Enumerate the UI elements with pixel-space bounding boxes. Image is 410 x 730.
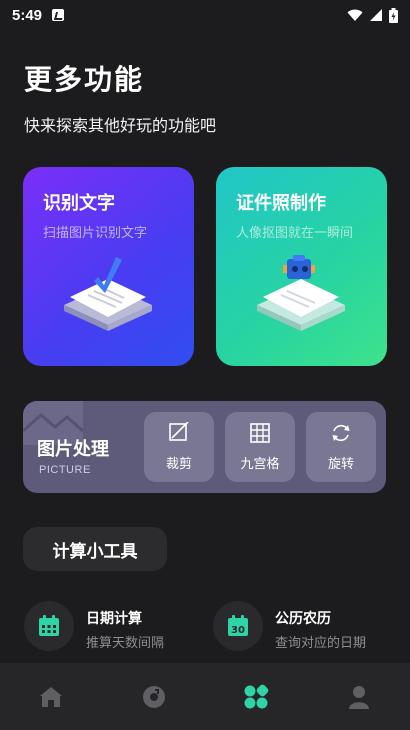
apps-grid-icon (244, 684, 269, 708)
wifi-icon (347, 9, 363, 21)
calc-tools-tab[interactable]: 计算小工具 (23, 527, 167, 571)
date-calculator-item[interactable]: 日期计算 推算天数间隔 (24, 601, 199, 657)
photo-panel-subtitle: PICTURE (39, 464, 91, 476)
crop-icon (169, 422, 189, 441)
rotate-label: 旋转 (327, 457, 354, 472)
lunar-calendar-title: 公历农历 (275, 611, 331, 627)
status-icons (347, 7, 398, 23)
photo-processing-panel: 图片处理 PICTURE 裁剪 九宫格 旋转 (23, 401, 386, 493)
calendar-30-icon: 30 (228, 615, 248, 636)
home-icon (40, 686, 63, 707)
lunar-calendar-icon-circle: 30 (213, 601, 263, 651)
calendar-30-icon-text: 30 (231, 625, 245, 636)
tab-music[interactable] (103, 663, 206, 730)
nine-grid-label: 九宫格 (240, 457, 280, 472)
status-bar: 5:49 (0, 0, 410, 30)
ocr-card-title: 识别文字 (43, 193, 115, 214)
tab-apps[interactable] (205, 663, 308, 730)
crop-button[interactable]: 裁剪 (144, 412, 214, 482)
id-photo-illustration (257, 255, 345, 331)
photo-panel-title: 图片处理 (37, 439, 109, 460)
date-calculator-title: 日期计算 (86, 611, 142, 627)
id-card-subtitle: 人像抠图就在一瞬间 (236, 226, 354, 241)
grid-icon (250, 423, 270, 443)
rotate-button[interactable]: 旋转 (306, 412, 376, 482)
date-calculator-icon-circle (24, 601, 74, 651)
document-check-illustration (64, 257, 152, 331)
crop-label: 裁剪 (165, 457, 192, 472)
profile-icon (348, 685, 369, 709)
music-disc-icon (142, 685, 165, 708)
page-title: 更多功能 (24, 63, 145, 96)
bottom-tab-bar (0, 663, 410, 730)
date-calculator-subtitle: 推算天数间隔 (86, 636, 165, 651)
nine-grid-button[interactable]: 九宫格 (225, 412, 295, 482)
calendar-icon (39, 615, 59, 636)
lunar-calendar-subtitle: 查询对应的日期 (275, 636, 367, 651)
tab-profile[interactable] (308, 663, 410, 730)
ocr-card-subtitle: 扫描图片识别文字 (43, 226, 148, 241)
rotate-icon (332, 424, 350, 442)
id-photo-card[interactable]: 证件照制作 人像抠图就在一瞬间 (216, 167, 387, 366)
status-time: 5:49 (12, 6, 43, 24)
id-card-title: 证件照制作 (236, 193, 326, 214)
signal-icon (370, 9, 382, 21)
battery-icon (389, 7, 398, 23)
notification-icon (52, 9, 65, 21)
page-subtitle: 快来探索其他好玩的功能吧 (24, 116, 217, 135)
tab-home[interactable] (0, 663, 103, 730)
ocr-card[interactable]: 识别文字 扫描图片识别文字 (23, 167, 194, 366)
lunar-calendar-item[interactable]: 30 公历农历 查询对应的日期 (213, 601, 388, 657)
